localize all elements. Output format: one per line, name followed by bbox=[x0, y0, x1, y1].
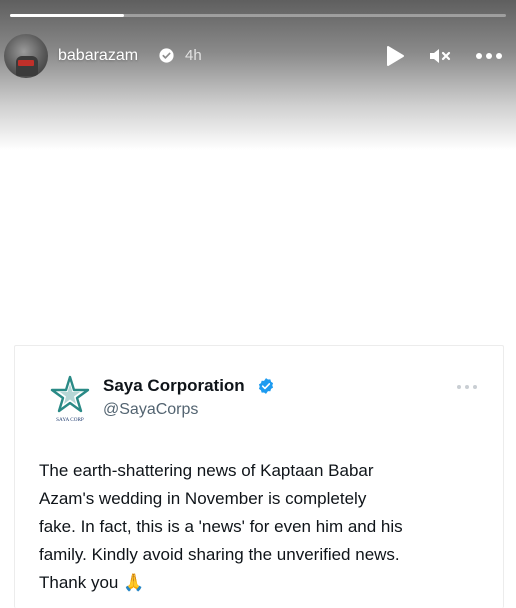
tweet-text: The earth-shattering news of Kaptaan Bab… bbox=[39, 461, 403, 592]
more-icon[interactable] bbox=[474, 44, 504, 68]
story-timestamp: 4h bbox=[185, 47, 202, 64]
svg-text:SAYA CORP: SAYA CORP bbox=[56, 417, 84, 423]
play-icon[interactable] bbox=[384, 44, 406, 68]
story-header: babarazam 4h bbox=[0, 34, 516, 82]
story-progress-fill bbox=[10, 14, 125, 17]
saya-corp-logo: SAYA CORP bbox=[50, 375, 90, 423]
tweet-handle[interactable]: @SayaCorps bbox=[103, 400, 198, 420]
story-progress-bar bbox=[10, 14, 506, 17]
story-username[interactable]: babarazam bbox=[58, 46, 138, 66]
avatar-jersey-mark bbox=[18, 60, 34, 66]
avatar[interactable] bbox=[4, 34, 48, 78]
verified-icon bbox=[258, 378, 274, 394]
tweet-display-name[interactable]: Saya Corporation bbox=[103, 375, 245, 397]
mute-icon[interactable] bbox=[428, 44, 452, 68]
verified-icon bbox=[159, 48, 174, 63]
tweet-card[interactable]: SAYA CORP Saya Corporation @SayaCorps Th… bbox=[14, 345, 504, 608]
avatar-figure bbox=[16, 56, 38, 76]
more-options-icon[interactable] bbox=[456, 384, 478, 390]
